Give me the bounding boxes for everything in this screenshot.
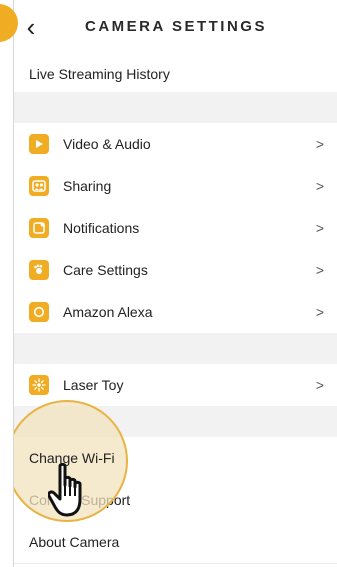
section-gap bbox=[14, 92, 337, 123]
play-icon bbox=[29, 134, 49, 154]
header-bar: ‹ CAMERA SETTINGS bbox=[14, 0, 337, 56]
care-settings-item[interactable]: Care Settings > bbox=[14, 249, 337, 292]
chevron-right-icon: > bbox=[315, 262, 324, 278]
chevron-right-icon: > bbox=[315, 178, 324, 194]
video-audio-label: Video & Audio bbox=[63, 136, 151, 152]
hand-pointer-icon bbox=[47, 462, 88, 524]
settings-panel: ‹ CAMERA SETTINGS Live Streaming History… bbox=[13, 0, 337, 567]
laser-icon bbox=[29, 375, 49, 395]
amazon-alexa-label: Amazon Alexa bbox=[63, 304, 153, 320]
care-settings-label: Care Settings bbox=[63, 262, 148, 278]
notification-icon bbox=[29, 218, 49, 238]
people-icon bbox=[29, 176, 49, 196]
notifications-label: Notifications bbox=[63, 220, 140, 236]
notifications-item[interactable]: Notifications > bbox=[14, 207, 337, 250]
video-audio-item[interactable]: Video & Audio > bbox=[14, 123, 337, 166]
page-title: CAMERA SETTINGS bbox=[85, 18, 267, 35]
about-camera-item[interactable]: About Camera bbox=[14, 521, 337, 564]
live-streaming-history-item[interactable]: Live Streaming History bbox=[14, 56, 337, 93]
live-streaming-history-label: Live Streaming History bbox=[29, 66, 170, 82]
care-icon bbox=[29, 260, 49, 280]
amazon-alexa-item[interactable]: Amazon Alexa > bbox=[14, 291, 337, 334]
laser-toy-label: Laser Toy bbox=[63, 377, 124, 393]
chevron-right-icon: > bbox=[315, 136, 324, 152]
sharing-item[interactable]: Sharing > bbox=[14, 165, 337, 208]
alexa-icon bbox=[29, 302, 49, 322]
sharing-label: Sharing bbox=[63, 178, 112, 194]
chevron-right-icon: > bbox=[315, 220, 324, 236]
chevron-right-icon: > bbox=[315, 304, 324, 320]
about-camera-label: About Camera bbox=[29, 534, 120, 550]
section-gap bbox=[14, 333, 337, 364]
chevron-right-icon: > bbox=[315, 377, 324, 393]
